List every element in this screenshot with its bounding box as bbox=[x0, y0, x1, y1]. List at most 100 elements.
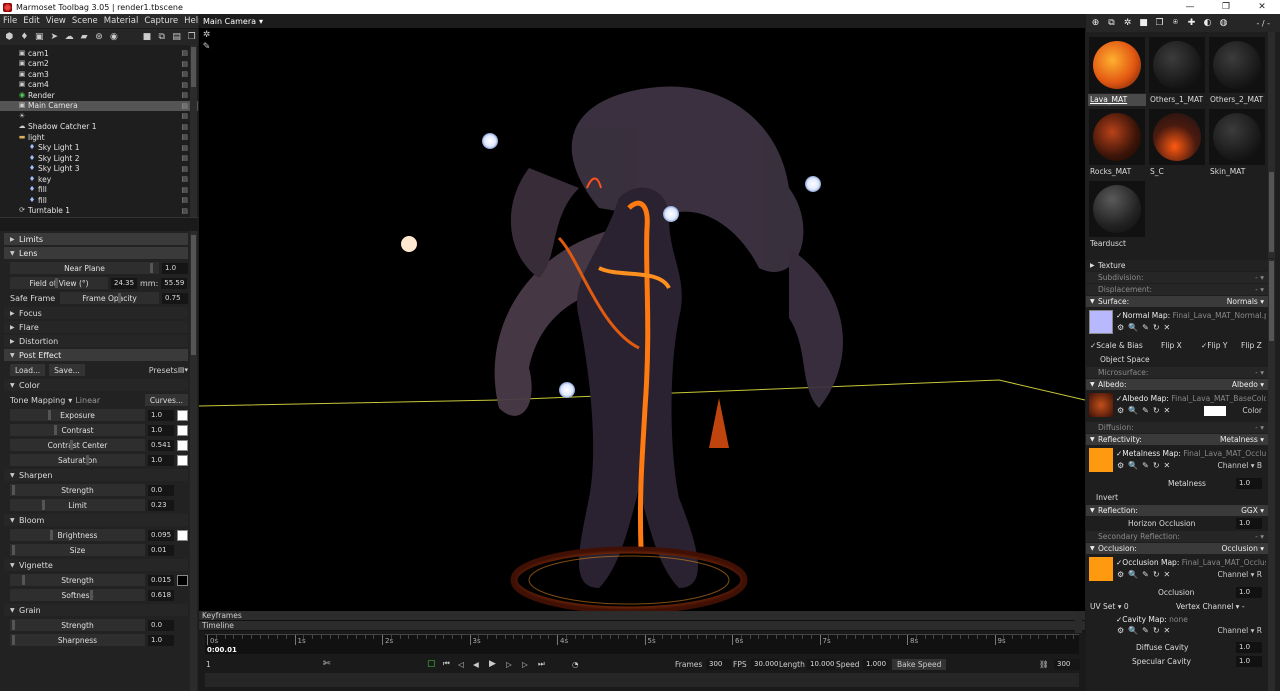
bloom-color-swatch[interactable] bbox=[177, 529, 188, 541]
map-tool-icons[interactable]: ⚙🔍✎↻✕ bbox=[1117, 570, 1174, 579]
forward-icon[interactable]: ▷ bbox=[522, 660, 528, 669]
section-limits[interactable]: ▶ Limits bbox=[4, 233, 188, 245]
outliner-item[interactable]: ▣cam2▤◉ bbox=[0, 59, 198, 70]
outliner-item[interactable]: ♦fill▤◉ bbox=[0, 185, 198, 196]
section-secondary-reflection[interactable]: Secondary Reflection: - ▾ bbox=[1086, 531, 1268, 542]
vignette-strength-value[interactable]: 0.015 bbox=[148, 574, 174, 586]
softness-slider[interactable]: Softness bbox=[10, 589, 145, 601]
map-tool-icons[interactable]: ⚙🔍✎↻✕ bbox=[1117, 626, 1174, 635]
sharpness-slider[interactable]: Sharpness bbox=[10, 634, 145, 646]
shadow-catcher-icon[interactable]: ☁ bbox=[63, 31, 76, 43]
lock-icon[interactable]: ▤ bbox=[181, 102, 188, 110]
occlusion-dropdown[interactable]: Occlusion ▾ bbox=[1222, 544, 1264, 553]
curves-button[interactable]: Curves... bbox=[144, 394, 188, 406]
load-button[interactable]: Load... bbox=[10, 364, 46, 376]
size-value[interactable]: 0.01 bbox=[148, 544, 174, 556]
brightness-value[interactable]: 0.095 bbox=[148, 529, 174, 541]
menu-scene[interactable]: Scene bbox=[69, 16, 101, 26]
frames-value[interactable]: 300 bbox=[706, 658, 732, 670]
section-flare[interactable]: ▶ Flare bbox=[4, 321, 188, 333]
timeline-expand[interactable] bbox=[1075, 611, 1082, 633]
scissors-icon[interactable]: ✄ bbox=[323, 659, 331, 669]
object-space-checkbox[interactable]: Object Space bbox=[1100, 355, 1150, 364]
mesh-icon[interactable]: ⬢ bbox=[3, 31, 16, 43]
duplicate-icon[interactable]: ⧉ bbox=[155, 31, 168, 43]
exposure-swatch[interactable] bbox=[177, 409, 188, 421]
vertex-channel-dropdown[interactable]: Vertex Channel ▾ - bbox=[1176, 602, 1245, 611]
grain-strength-slider[interactable]: Strength bbox=[10, 619, 145, 631]
material-grid-scrollbar[interactable] bbox=[1268, 32, 1275, 258]
mm-value[interactable]: 55.59 bbox=[161, 277, 188, 289]
flip-z-checkbox[interactable]: Flip Z bbox=[1241, 341, 1262, 350]
frame-opacity-value[interactable]: 0.75 bbox=[162, 292, 188, 304]
outliner-item[interactable]: ▣cam1▤◉ bbox=[0, 48, 198, 59]
near-plane-slider[interactable]: Near Plane bbox=[10, 262, 159, 274]
material-thumbnail[interactable]: Others_1_MAT bbox=[1148, 36, 1206, 106]
reflection-dropdown[interactable]: GGX ▾ bbox=[1241, 506, 1264, 515]
outliner-item[interactable]: ♦Sky Light 2▤◉ bbox=[0, 153, 198, 164]
section-microsurface[interactable]: Microsurface: - ▾ bbox=[1086, 367, 1268, 378]
timeline-header[interactable]: Timeline bbox=[199, 621, 1085, 631]
outliner-item[interactable]: ♦Sky Light 3▤◉ bbox=[0, 164, 198, 175]
scale-bias-checkbox[interactable]: ✓Scale & Bias bbox=[1090, 341, 1143, 350]
lock-icon[interactable]: ▤ bbox=[181, 175, 188, 183]
map-tool-icons[interactable]: ⚙🔍✎↻✕ bbox=[1117, 406, 1174, 415]
occlusion-map-thumbnail[interactable] bbox=[1089, 557, 1113, 581]
section-reflectivity[interactable]: ▼ Reflectivity: Metalness ▾ bbox=[1086, 434, 1268, 445]
close-button[interactable]: ✕ bbox=[1244, 0, 1280, 14]
diffuse-cavity-value[interactable]: 1.0 bbox=[1236, 642, 1262, 653]
speed-value[interactable]: 1.000 bbox=[863, 658, 889, 670]
lock-icon[interactable]: ▤ bbox=[181, 154, 188, 162]
end-frame-value[interactable]: 300 bbox=[1054, 658, 1080, 670]
viewport[interactable]: Main Camera ▾ ✲ ✎ bbox=[199, 14, 1085, 611]
turntable-icon[interactable]: ➤ bbox=[48, 31, 61, 43]
fps-value[interactable]: 30.000 bbox=[751, 658, 779, 670]
section-vignette[interactable]: ▼ Vignette bbox=[4, 559, 188, 571]
material-props-scrollbar[interactable] bbox=[1268, 259, 1275, 691]
outliner-item[interactable]: ☀▤◉ bbox=[0, 111, 198, 122]
albedo-dropdown[interactable]: Albedo ▾ bbox=[1232, 380, 1264, 389]
material-thumbnail[interactable]: Teardusct bbox=[1088, 180, 1146, 250]
flip-y-checkbox[interactable]: ✓Flip Y bbox=[1201, 341, 1228, 350]
horizon-occlusion-value[interactable]: 1.0 bbox=[1236, 518, 1262, 529]
outliner-item[interactable]: ⟳Turntable 1▤◉ bbox=[0, 206, 198, 217]
section-color[interactable]: ▼ Color bbox=[4, 379, 188, 391]
cavity-channel[interactable]: Channel ▾ R bbox=[1217, 626, 1262, 635]
play-icon[interactable]: ▶ bbox=[489, 659, 496, 669]
map-tool-icons[interactable]: ⚙🔍✎↻✕ bbox=[1117, 461, 1174, 470]
occlusion-channel[interactable]: Channel ▾ R bbox=[1217, 570, 1262, 579]
section-grain[interactable]: ▼ Grain bbox=[4, 604, 188, 616]
folder-icon[interactable]: ■ bbox=[140, 31, 153, 43]
presets-dropdown[interactable]: Presets bbox=[149, 366, 178, 375]
length-value[interactable]: 10.000 bbox=[807, 658, 835, 670]
saturation-swatch[interactable] bbox=[177, 454, 188, 466]
reflectivity-dropdown[interactable]: Metalness ▾ bbox=[1220, 435, 1264, 444]
material-thumbnail[interactable]: S_C bbox=[1148, 108, 1206, 178]
fov-value[interactable]: 24.35 bbox=[111, 277, 137, 289]
normal-map-thumbnail[interactable] bbox=[1089, 310, 1113, 334]
render-icon[interactable]: ◉ bbox=[107, 31, 120, 43]
outliner-item[interactable]: ▣Main Camera▤◉ bbox=[0, 100, 198, 111]
browse-icon[interactable]: ◍ bbox=[1217, 17, 1230, 29]
skip-start-icon[interactable]: ⏮ bbox=[443, 659, 450, 669]
exposure-slider[interactable]: Exposure bbox=[10, 409, 145, 421]
add-material-icon[interactable]: ⊕ bbox=[1089, 17, 1102, 29]
material-thumbnail[interactable]: Others_2_MAT bbox=[1208, 36, 1266, 106]
lock-icon[interactable]: ▤ bbox=[181, 165, 188, 173]
play-reverse-icon[interactable]: ◀ bbox=[473, 660, 479, 669]
sharpness-value[interactable]: 1.0 bbox=[148, 634, 174, 646]
camera-icon[interactable]: ▣ bbox=[33, 31, 46, 43]
copy-icon[interactable]: ❐ bbox=[185, 31, 198, 43]
lock-icon[interactable]: ▤ bbox=[181, 81, 188, 89]
lock-icon[interactable]: ▤ bbox=[181, 186, 188, 194]
uv-set-dropdown[interactable]: UV Set ▾ 0 bbox=[1090, 602, 1129, 611]
section-lens[interactable]: ▼ Lens bbox=[4, 247, 188, 259]
speed-icon[interactable]: ◔ bbox=[572, 660, 579, 669]
outliner-item[interactable]: ▣cam4▤◉ bbox=[0, 80, 198, 91]
section-reflection[interactable]: ▼ Reflection: GGX ▾ bbox=[1086, 505, 1268, 516]
delete-icon[interactable]: ▤ bbox=[170, 31, 183, 43]
frame-opacity-slider[interactable]: Frame Opacity bbox=[60, 292, 159, 304]
vignette-strength-slider[interactable]: Strength bbox=[10, 574, 145, 586]
keyframes-header[interactable]: Keyframes bbox=[199, 611, 1085, 621]
invert-checkbox[interactable]: Invert bbox=[1096, 493, 1118, 502]
